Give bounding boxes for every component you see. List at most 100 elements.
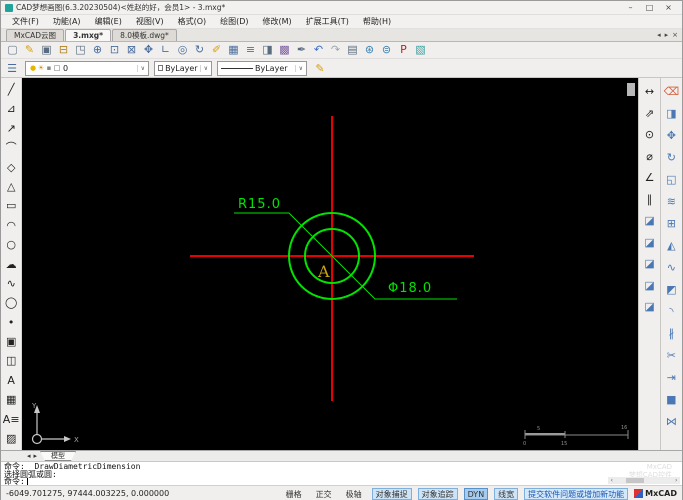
toggle-otrack[interactable]: 对象追踪 bbox=[417, 487, 458, 500]
view-rotate-icon[interactable]: ↻ bbox=[191, 42, 208, 58]
tab-model[interactable]: 模型 bbox=[40, 451, 77, 461]
menu-help[interactable]: 帮助(H) bbox=[356, 16, 398, 27]
toggle-lineweight[interactable]: 线宽 bbox=[494, 487, 519, 500]
tab-template-dwg[interactable]: 8.0模板.dwg* bbox=[112, 29, 177, 41]
revcloud-tool-icon[interactable]: ☁ bbox=[1, 255, 21, 274]
zoom-object-icon[interactable]: ◎ bbox=[174, 42, 191, 58]
save-as-icon[interactable]: ◳ bbox=[72, 42, 89, 58]
text-tool-icon[interactable]: A bbox=[1, 371, 21, 390]
copy-tool-icon[interactable]: ◨ bbox=[661, 103, 682, 125]
break-tool-icon[interactable]: ∦ bbox=[661, 323, 682, 345]
menu-modify[interactable]: 修改(M) bbox=[256, 16, 299, 27]
polygon-edge-tool-icon[interactable]: △ bbox=[1, 177, 21, 196]
layer-merge-icon[interactable]: ◪ bbox=[640, 253, 660, 275]
move-tool-icon[interactable]: ✥ bbox=[661, 125, 682, 147]
undo-icon[interactable]: ↶ bbox=[310, 42, 327, 58]
ellipse-tool-icon[interactable]: ◯ bbox=[1, 293, 21, 312]
center-label-text[interactable]: A bbox=[317, 262, 330, 281]
menu-function[interactable]: 功能(A) bbox=[46, 16, 88, 27]
point-tool-icon[interactable]: • bbox=[1, 313, 21, 332]
layout-next-icon[interactable]: ▸ bbox=[34, 452, 38, 460]
join-tool-icon[interactable]: ⋈ bbox=[661, 411, 682, 433]
tab-close-icon[interactable]: × bbox=[672, 31, 678, 39]
toggle-grid[interactable]: 栅格 bbox=[282, 488, 306, 500]
dim-aligned-icon[interactable]: ⇗ bbox=[640, 103, 660, 125]
zoom-window-icon[interactable]: ⊡ bbox=[106, 42, 123, 58]
print-icon[interactable]: ▤ bbox=[344, 42, 361, 58]
toggle-polar[interactable]: 极轴 bbox=[342, 488, 366, 500]
block-create-icon[interactable]: ▣ bbox=[1, 332, 21, 351]
tab-scroll-right-icon[interactable]: ▸ bbox=[665, 31, 669, 39]
arc-tool-icon[interactable]: ⌒ bbox=[1, 138, 21, 157]
layers-manager-icon[interactable]: ☰ bbox=[4, 62, 20, 75]
new-file-icon[interactable]: ▢ bbox=[4, 42, 21, 58]
move-to-layer-icon[interactable]: ◪ bbox=[640, 210, 660, 232]
tab-scroll-left-icon[interactable]: ◂ bbox=[657, 31, 661, 39]
dim-continue-icon[interactable]: ∥ bbox=[640, 189, 660, 211]
scroll-left-icon[interactable]: ‹ bbox=[608, 477, 616, 484]
offset-tool-icon[interactable]: ≋ bbox=[661, 191, 682, 213]
arc-3p-tool-icon[interactable]: ◠ bbox=[1, 216, 21, 235]
mirror-tool-icon[interactable]: ◭ bbox=[661, 235, 682, 257]
pdf-export-icon[interactable]: P bbox=[395, 42, 412, 58]
zoom-dynamic-icon[interactable]: ⊠ bbox=[123, 42, 140, 58]
save-icon[interactable]: ▣ bbox=[38, 42, 55, 58]
toggle-osnap[interactable]: 对象捕捉 bbox=[371, 487, 412, 500]
extend-tool-icon[interactable]: ⇥ bbox=[661, 367, 682, 389]
chamfer-tool-icon[interactable]: ◩ bbox=[661, 279, 682, 301]
insert-image-icon[interactable]: ▧ bbox=[412, 42, 429, 58]
trim-tool-icon[interactable]: ✂ bbox=[661, 345, 682, 367]
dim-angular-icon[interactable]: ∠ bbox=[640, 167, 660, 189]
scroll-thumb[interactable] bbox=[625, 478, 644, 483]
ucs-icon[interactable]: ∟ bbox=[157, 42, 174, 58]
layer-off-icon[interactable]: ◪ bbox=[640, 296, 660, 318]
sketch-icon[interactable]: ✎ bbox=[21, 42, 38, 58]
radius-dimension-text[interactable]: R15.0 bbox=[238, 197, 281, 212]
fillet-tool-icon[interactable]: ◝ bbox=[661, 301, 682, 323]
color-table-icon[interactable]: ▦ bbox=[225, 42, 242, 58]
polyline-tool-icon[interactable]: ⊿ bbox=[1, 99, 21, 118]
toggle-dyn[interactable]: DYN bbox=[463, 487, 489, 500]
close-button[interactable]: × bbox=[659, 3, 678, 12]
layer-copy-icon[interactable]: ◨ bbox=[259, 42, 276, 58]
minimize-button[interactable]: – bbox=[621, 3, 640, 12]
menu-edit[interactable]: 编辑(E) bbox=[88, 16, 129, 27]
drawing-canvas[interactable]: R15.0 Φ18.0 A Y X 5 0 15 16 bbox=[22, 78, 639, 450]
block-insert-icon[interactable]: ◫ bbox=[1, 351, 21, 370]
polygon-tool-icon[interactable]: ◇ bbox=[1, 158, 21, 177]
line-tool-icon[interactable]: ╱ bbox=[1, 80, 21, 99]
dim-radius-icon[interactable]: ⊙ bbox=[640, 124, 660, 146]
tab-mxcad-cloud[interactable]: MxCAD云图 bbox=[6, 29, 65, 41]
array-tool-icon[interactable]: ⊞ bbox=[661, 213, 682, 235]
canvas-vscroll-thumb[interactable] bbox=[627, 83, 636, 96]
web-publish-icon[interactable]: ⊜ bbox=[378, 42, 395, 58]
attribute-tool-icon[interactable]: A≡ bbox=[1, 410, 21, 429]
command-line-panel[interactable]: 命令: _DrawDiametricDimension 选择圆弧或圆: 命令: … bbox=[1, 461, 682, 486]
zoom-extents-icon[interactable]: ⊕ bbox=[89, 42, 106, 58]
menu-view[interactable]: 视图(V) bbox=[129, 16, 171, 27]
erase-tool-icon[interactable]: ⌫ bbox=[661, 81, 682, 103]
layout-prev-icon[interactable]: ◂ bbox=[27, 452, 31, 460]
menu-draw[interactable]: 绘图(D) bbox=[213, 16, 255, 27]
maximize-button[interactable]: □ bbox=[640, 3, 659, 12]
dim-linear-icon[interactable]: ↔ bbox=[640, 81, 660, 103]
save-edit-icon[interactable]: ✒ bbox=[293, 42, 310, 58]
hatch-tool-icon[interactable]: ▨ bbox=[1, 429, 21, 448]
open-folder-icon[interactable]: ⊟ bbox=[55, 42, 72, 58]
image-tool-icon[interactable]: ▦ bbox=[1, 390, 21, 409]
feedback-link[interactable]: 提交软件问题或增加新功能 bbox=[524, 487, 629, 500]
cube-3d-tool-icon[interactable]: ■ bbox=[661, 389, 682, 411]
toggle-ortho[interactable]: 正交 bbox=[312, 488, 336, 500]
command-hscrollbar[interactable]: ‹ › bbox=[608, 477, 680, 484]
color-dropdown[interactable]: ByLayer ∨ bbox=[154, 60, 212, 76]
pan-icon[interactable]: ✥ bbox=[140, 42, 157, 58]
linetype-manager-icon[interactable]: ≡ bbox=[242, 42, 259, 58]
scroll-right-icon[interactable]: › bbox=[672, 477, 680, 484]
circle-tool-icon[interactable]: ○ bbox=[1, 235, 21, 254]
draw-order-icon[interactable]: ✐ bbox=[208, 42, 225, 58]
layer-dropdown[interactable]: ● ☀ ▪ □ 0 ∨ bbox=[25, 60, 149, 76]
diameter-dimension-text[interactable]: Φ18.0 bbox=[388, 281, 432, 296]
drawing-viewport[interactable]: R15.0 Φ18.0 A Y X 5 0 15 16 bbox=[22, 78, 639, 450]
ray-tool-icon[interactable]: ↗ bbox=[1, 119, 21, 138]
scale-tool-icon[interactable]: ◱ bbox=[661, 169, 682, 191]
